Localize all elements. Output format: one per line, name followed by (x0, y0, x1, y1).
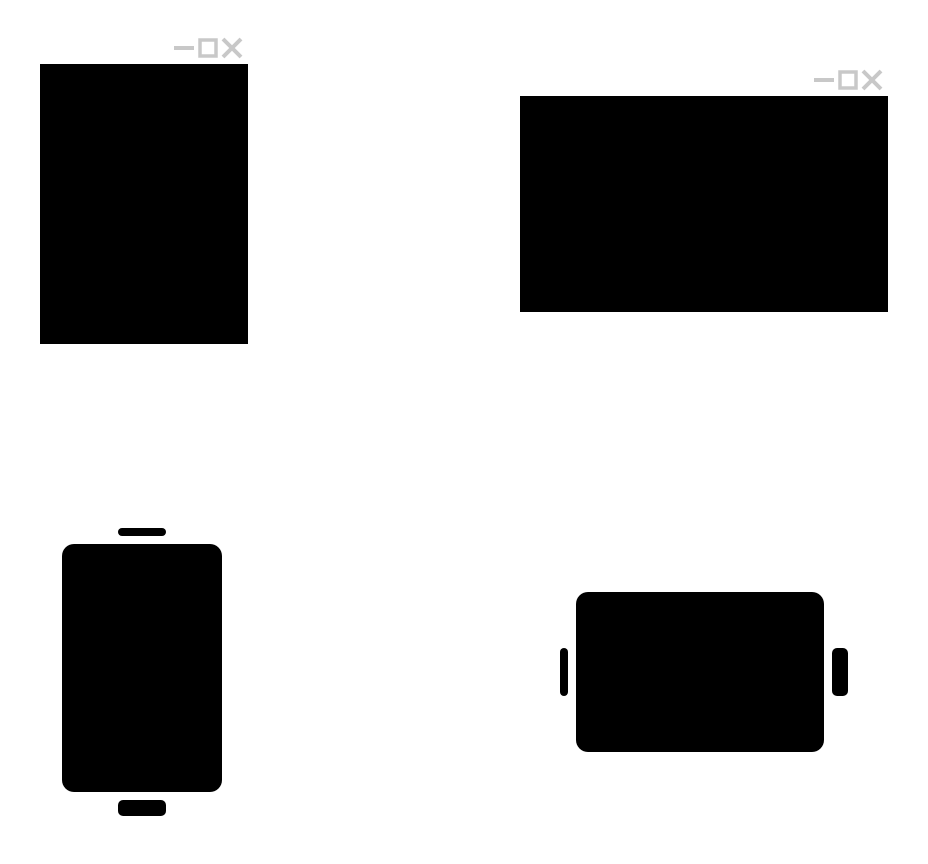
earpiece-slot (118, 528, 166, 536)
mobile-landscape-screen (576, 592, 824, 752)
minimize-icon[interactable] (174, 46, 194, 50)
maximize-icon[interactable] (198, 38, 218, 58)
mobile-portrait-screen (62, 544, 222, 792)
maximize-icon[interactable] (838, 70, 858, 90)
earpiece-slot (560, 648, 568, 696)
desktop-landscape-window (520, 96, 888, 312)
close-icon[interactable] (861, 69, 883, 91)
window-controls (814, 69, 883, 91)
close-icon[interactable] (221, 37, 243, 59)
home-button[interactable] (118, 800, 166, 816)
minimize-icon[interactable] (814, 78, 834, 82)
desktop-portrait-window (40, 64, 248, 344)
window-controls (174, 37, 243, 59)
home-button[interactable] (832, 648, 848, 696)
